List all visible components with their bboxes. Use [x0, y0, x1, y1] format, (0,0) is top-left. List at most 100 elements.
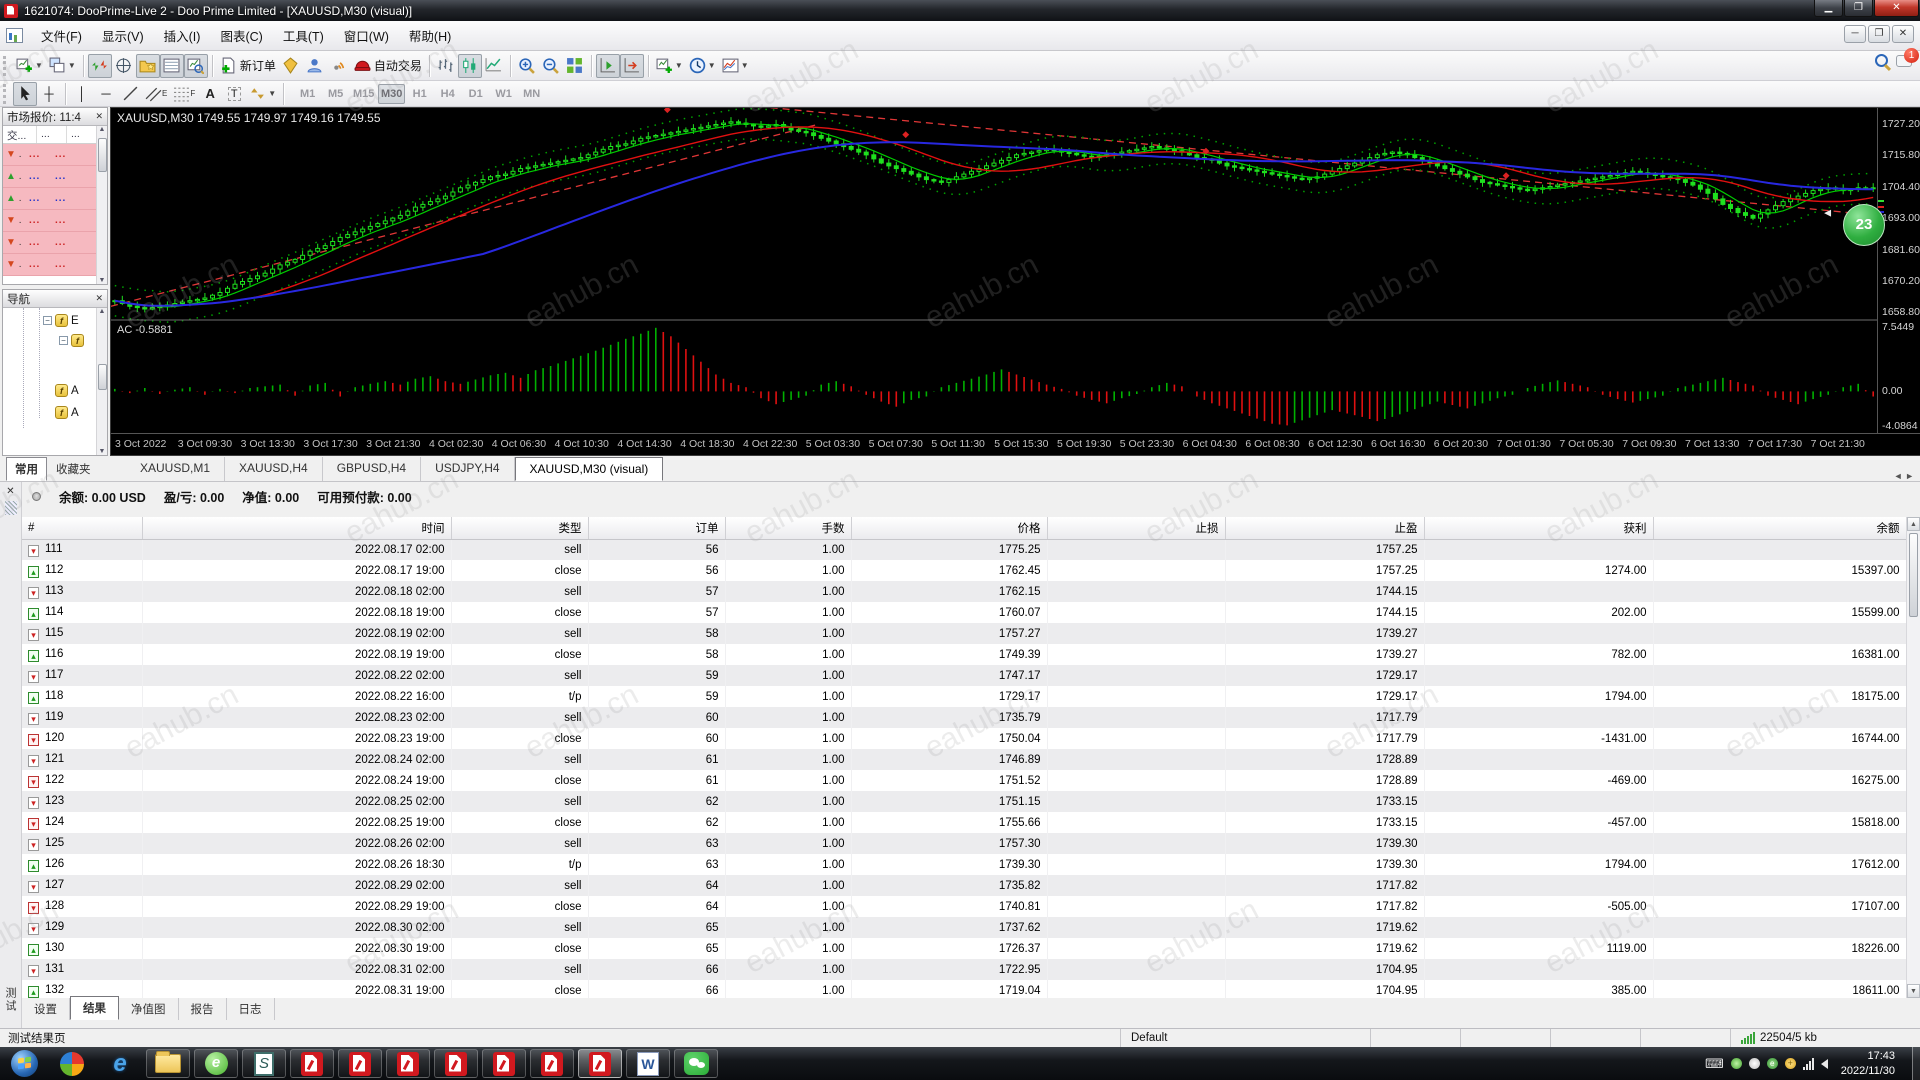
column-header-5[interactable]: 价格	[851, 517, 1047, 539]
tile-windows-button[interactable]	[563, 54, 587, 78]
market-watch-column-0[interactable]: 交...	[3, 126, 37, 143]
zoom-out-button[interactable]	[539, 54, 563, 78]
market-watch-scrollbar[interactable]: ▲ ▼	[96, 126, 107, 284]
scroll-up-icon[interactable]: ▲	[97, 308, 107, 315]
chart-tab[interactable]: XAUUSD,M1	[126, 457, 225, 481]
navigator-item-3[interactable]: fA	[55, 406, 79, 419]
market-watch-column-1[interactable]: ...	[37, 126, 67, 143]
table-row[interactable]: ▾1282022.08.29 19:00close641.001740.8117…	[22, 896, 1906, 917]
timeframe-m15[interactable]: M15	[350, 84, 377, 104]
chart-shift-button[interactable]	[620, 54, 644, 78]
terminal-button[interactable]	[160, 54, 184, 78]
navigator-item-2[interactable]: fA	[55, 384, 79, 397]
close-icon[interactable]: ✕	[95, 293, 103, 304]
menu-item-6[interactable]: 帮助(H)	[399, 22, 461, 49]
terminal-tab-日志[interactable]: 日志	[227, 998, 275, 1020]
column-header-0[interactable]: #	[22, 517, 142, 539]
navigator-tab-收藏夹[interactable]: 收藏夹	[47, 457, 100, 481]
market-watch-column-2[interactable]: ...	[67, 126, 97, 143]
taskbar-item-wechat[interactable]	[674, 1049, 718, 1078]
menu-item-1[interactable]: 显示(V)	[92, 22, 154, 49]
bar-chart-button[interactable]	[434, 54, 458, 78]
scroll-up-icon[interactable]: ▲	[1907, 517, 1920, 531]
new-chart-button[interactable]: ▼	[13, 54, 46, 78]
menu-item-0[interactable]: 文件(F)	[31, 22, 92, 49]
taskbar-item-mt-3[interactable]	[434, 1049, 478, 1078]
chart-tab[interactable]: XAUUSD,H4	[225, 457, 323, 481]
timeframe-mn[interactable]: MN	[518, 84, 545, 104]
new-order-button[interactable]: 新订单	[217, 54, 279, 78]
table-row[interactable]: ▾1272022.08.29 02:00sell641.001735.82171…	[22, 875, 1906, 896]
signals-button[interactable]	[327, 54, 351, 78]
timeframe-h4[interactable]: H4	[434, 84, 461, 104]
arrows-tool-button[interactable]: ▼	[246, 82, 279, 106]
timeframe-w1[interactable]: W1	[490, 84, 517, 104]
community-button[interactable]	[303, 54, 327, 78]
market-watch-row[interactable]: ▼ .......	[3, 210, 107, 232]
timeframe-d1[interactable]: D1	[462, 84, 489, 104]
terminal-close-icon[interactable]: ✕	[0, 482, 21, 497]
zoom-in-button[interactable]	[515, 54, 539, 78]
navigator-scrollbar[interactable]: ▲ ▼	[96, 308, 107, 455]
market-watch-button[interactable]	[88, 54, 112, 78]
taskbar-item-mt-2[interactable]	[386, 1049, 430, 1078]
cursor-tool-button[interactable]	[13, 82, 37, 106]
timeframe-m5[interactable]: M5	[322, 84, 349, 104]
navigator-button[interactable]	[136, 54, 160, 78]
table-row[interactable]: ▾1252022.08.26 02:00sell631.001757.30173…	[22, 833, 1906, 854]
taskbar-item-360[interactable]	[50, 1049, 94, 1078]
toolbar-grip[interactable]	[3, 84, 10, 104]
chart-tab[interactable]: XAUUSD,M30 (visual)	[515, 457, 664, 481]
tray-bubble-icon[interactable]	[1749, 1058, 1760, 1069]
tray-coin-icon[interactable]: +	[1785, 1058, 1796, 1069]
horizontal-line-button[interactable]: ─	[94, 82, 118, 106]
chart-window[interactable]: XAUUSD,M30 1749.55 1749.97 1749.16 1749.…	[110, 107, 1920, 456]
timeframe-h1[interactable]: H1	[406, 84, 433, 104]
crosshair-tool-button[interactable]: ┼	[37, 82, 61, 106]
templates-button[interactable]: ▼	[719, 54, 752, 78]
navigator-item-0[interactable]: −fE	[43, 314, 79, 327]
trendline-button[interactable]	[118, 82, 142, 106]
line-chart-button[interactable]	[482, 54, 506, 78]
scroll-down-icon[interactable]: ▼	[1907, 984, 1920, 998]
network-signal-icon[interactable]	[1803, 1058, 1814, 1070]
market-watch-row[interactable]: ▼ .......	[3, 254, 107, 276]
market-watch-row[interactable]: ▲ .......	[3, 188, 107, 210]
scrollbar-thumb[interactable]	[1909, 533, 1918, 617]
tray-e-icon[interactable]: e	[1767, 1058, 1778, 1069]
table-row[interactable]: ▾1292022.08.30 02:00sell651.001737.62171…	[22, 917, 1906, 938]
chat-icon[interactable]: 1	[1896, 55, 1912, 67]
collapse-icon[interactable]: −	[59, 336, 68, 345]
taskbar-item-mt-4[interactable]	[482, 1049, 526, 1078]
table-row[interactable]: ▾1222022.08.24 19:00close611.001751.5217…	[22, 770, 1906, 791]
table-row[interactable]: ▴1122022.08.17 19:00close561.001762.4517…	[22, 560, 1906, 581]
profile-cell[interactable]: Default	[1120, 1029, 1370, 1047]
close-button[interactable]: ✕	[1874, 0, 1919, 17]
scroll-up-icon[interactable]: ▲	[97, 126, 107, 133]
navigator-item-1[interactable]: −f	[59, 334, 87, 347]
child-minimize-button[interactable]: ─	[1844, 25, 1866, 43]
candlestick-button[interactable]	[458, 54, 482, 78]
market-watch-row[interactable]: ▲ .......	[3, 166, 107, 188]
profiles-button[interactable]: ▼	[46, 54, 79, 78]
notification-bubble[interactable]: 23	[1843, 204, 1885, 246]
scrollbar-thumb[interactable]	[98, 364, 107, 390]
table-row[interactable]: ▾1172022.08.22 02:00sell591.001747.17172…	[22, 665, 1906, 686]
taskbar-item-mt-1[interactable]	[338, 1049, 382, 1078]
terminal-tab-报告[interactable]: 报告	[179, 998, 227, 1020]
metaeditor-button[interactable]	[279, 54, 303, 78]
taskbar-item-explorer[interactable]	[146, 1049, 190, 1078]
table-row[interactable]: ▴1302022.08.30 19:00close651.001726.3717…	[22, 938, 1906, 959]
collapse-icon[interactable]: −	[43, 316, 52, 325]
taskbar-item-mt-6[interactable]	[578, 1049, 622, 1078]
text-tool-button[interactable]: A	[198, 82, 222, 106]
menu-item-3[interactable]: 图表(C)	[210, 22, 272, 49]
table-row[interactable]: ▴1142022.08.18 19:00close571.001760.0717…	[22, 602, 1906, 623]
speaker-icon[interactable]	[1821, 1059, 1828, 1069]
scrollbar-thumb[interactable]	[98, 138, 107, 172]
table-row[interactable]: ▾1312022.08.31 02:00sell661.001722.95170…	[22, 959, 1906, 980]
price-chart[interactable]: ◆◆◆◆◀▼	[111, 108, 1877, 433]
column-header-8[interactable]: 获利	[1424, 517, 1653, 539]
close-icon[interactable]: ✕	[95, 111, 103, 122]
search-icon[interactable]	[1875, 54, 1888, 67]
